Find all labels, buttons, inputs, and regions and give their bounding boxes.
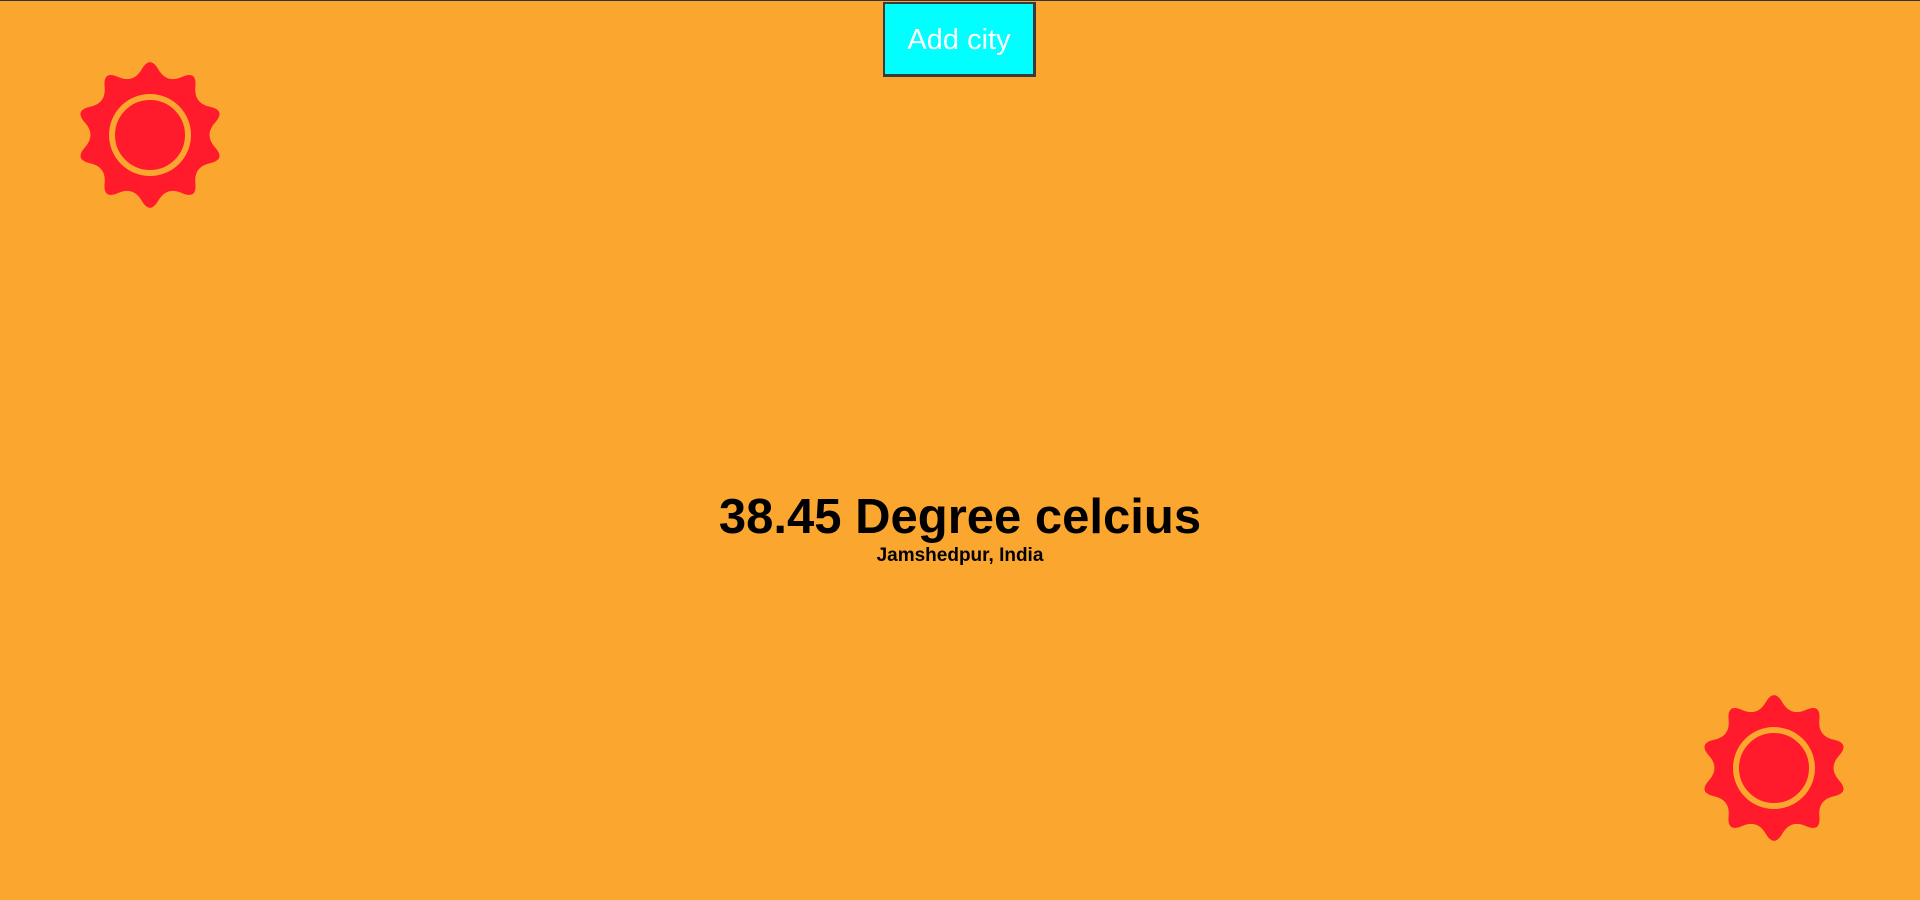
- add-city-button[interactable]: Add city: [883, 2, 1036, 77]
- sun-icon: [80, 62, 220, 208]
- temperature-reading: 38.45 Degree celcius: [718, 490, 1202, 544]
- location-label: Jamshedpur, India: [876, 545, 1044, 566]
- sun-icon: [1704, 695, 1844, 841]
- top-border: [0, 0, 1920, 1]
- weather-display: 38.45 Degree celcius Jamshedpur, India: [0, 487, 1920, 567]
